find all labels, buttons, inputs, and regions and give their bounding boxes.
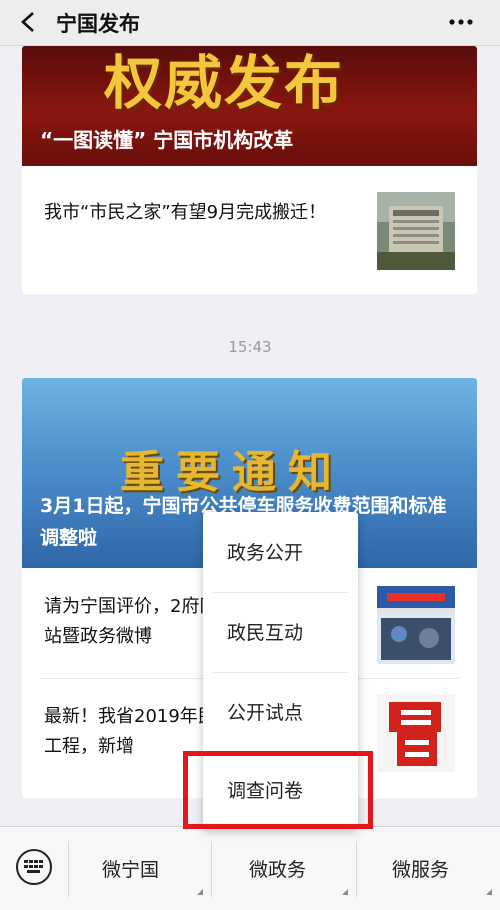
menu-divider — [213, 672, 348, 673]
menu-item-label: 调查问卷 — [227, 780, 304, 802]
message-timestamp: 15:43 — [228, 338, 272, 356]
submenu-indicator-icon — [197, 889, 203, 895]
menu-item-label: 公开试点 — [227, 702, 304, 724]
top-nav-bar: 宁国发布 — [0, 0, 500, 46]
government-website-thumbnail-icon — [377, 586, 455, 664]
submenu-indicator-icon — [486, 889, 492, 895]
menu-item-label: 政民互动 — [227, 622, 304, 644]
bottom-menu-bar: 微宁国 微政务 微服务 — [0, 826, 500, 910]
tab-wei-ningguo[interactable]: 微宁国 — [68, 827, 211, 910]
keyboard-icon — [24, 860, 43, 873]
menu-item-label: 政务公开 — [227, 542, 304, 564]
tab-label: 微宁国 — [102, 859, 160, 881]
menu-divider — [213, 592, 348, 593]
page-title: 宁国发布 — [56, 12, 140, 36]
tab-wei-zhengwu[interactable]: 微政务 — [211, 827, 356, 910]
tab-wei-fuwu[interactable]: 微服务 — [356, 827, 500, 910]
keyboard-toggle-button[interactable] — [16, 849, 52, 885]
news-banner-1[interactable]: 权威发布 “一图读懂” 宁国市机构改革 — [22, 46, 477, 166]
livelihood-graphic-thumbnail-icon — [377, 694, 455, 772]
menu-item-questionnaire[interactable]: 调查问卷 — [203, 752, 358, 830]
menu-item-disclosure-pilot[interactable]: 公开试点 — [203, 674, 358, 752]
article-title: 我市“市民之家”有望9月完成搬迁！ — [44, 202, 327, 223]
more-options-icon[interactable] — [448, 14, 474, 30]
back-arrow-icon[interactable] — [18, 11, 40, 33]
banner-headline-graphic: 权威发布 — [104, 49, 345, 117]
menu-item-public-interaction[interactable]: 政民互动 — [203, 594, 358, 672]
tab-label: 微服务 — [392, 859, 450, 881]
submenu-popup: 政务公开 政民互动 公开试点 调查问卷 — [203, 512, 358, 829]
article-row[interactable]: 我市“市民之家”有望9月完成搬迁！ — [22, 166, 477, 294]
building-thumbnail-icon — [377, 192, 455, 270]
submenu-indicator-icon — [342, 889, 348, 895]
banner-caption: “一图读懂” 宁国市机构改革 — [40, 128, 294, 152]
menu-item-government-affairs-disclosure[interactable]: 政务公开 — [203, 514, 358, 592]
news-card-1[interactable]: 权威发布 “一图读懂” 宁国市机构改革 我市“市民之家”有望9月完成搬迁！ — [22, 46, 477, 294]
tab-label: 微政务 — [249, 859, 307, 881]
